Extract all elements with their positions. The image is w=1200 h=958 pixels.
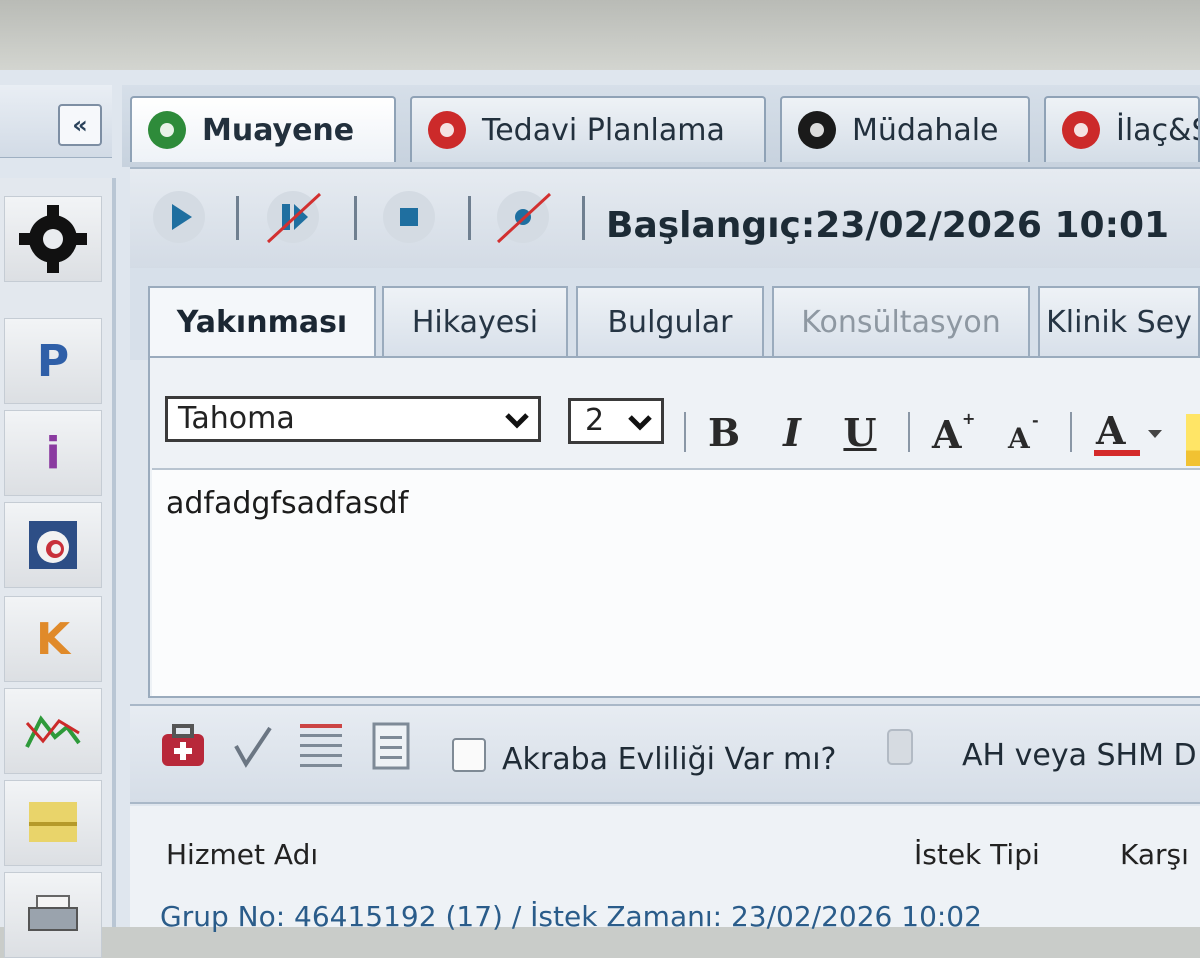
muayene-icon xyxy=(148,111,186,149)
stop-button[interactable] xyxy=(380,188,438,246)
decrease-font-button[interactable]: A - xyxy=(998,408,1046,456)
font-size-value: 2 xyxy=(585,403,605,438)
toolbar-separator xyxy=(684,412,686,452)
akraba-evliligi-checkbox[interactable] xyxy=(452,738,486,772)
editor-content-area[interactable]: adfadgfsadfasdf xyxy=(152,468,1200,696)
media-separator xyxy=(236,196,239,240)
gear-icon xyxy=(19,205,87,273)
column-header-karsi[interactable]: Karşı xyxy=(1120,838,1189,871)
tedavi-planlama-icon xyxy=(428,111,466,149)
sidebar-info-letter: i xyxy=(45,427,61,479)
svg-text:A: A xyxy=(1095,408,1126,453)
font-size-select[interactable]: 2 xyxy=(568,398,664,444)
svg-text:+: + xyxy=(962,409,975,428)
increase-font-button[interactable]: A + xyxy=(928,408,976,456)
subtab-bulgular[interactable]: Bulgular xyxy=(576,286,764,356)
svg-text:A: A xyxy=(931,412,962,456)
toolbar-separator xyxy=(908,412,910,452)
spellcheck-icon[interactable] xyxy=(228,720,278,772)
sidebar-k-letter: K xyxy=(35,613,71,665)
italic-icon: I xyxy=(783,409,801,455)
font-color-icon: A xyxy=(1094,408,1162,456)
highlight-color-icon[interactable] xyxy=(1186,414,1200,466)
sidebar-print-button[interactable] xyxy=(4,872,102,958)
e-document-icon xyxy=(29,521,77,569)
group-row[interactable]: Grup No: 46415192 (17) / İstek Zamanı: 2… xyxy=(160,900,982,933)
monitor-bezel xyxy=(0,0,1200,70)
sidebar-chart-button[interactable] xyxy=(4,688,102,774)
ah-veya-shm-label: AH veya SHM D xyxy=(962,738,1197,773)
chevron-down-icon xyxy=(505,413,529,429)
media-separator xyxy=(468,196,471,240)
collapse-sidebar-button[interactable]: « xyxy=(58,104,102,146)
mudahale-icon xyxy=(798,111,836,149)
tab-tedavi-planlama[interactable]: Tedavi Planlama xyxy=(410,96,766,162)
font-family-select[interactable]: Tahoma xyxy=(165,396,541,442)
media-separator xyxy=(354,196,357,240)
note-icon xyxy=(29,802,77,842)
font-family-value: Tahoma xyxy=(178,401,295,436)
font-decrease-icon: A - xyxy=(1007,411,1039,455)
subtab-hikayesi[interactable]: Hikayesi xyxy=(382,286,568,356)
toolbar-separator xyxy=(1070,412,1072,452)
bold-icon: B xyxy=(707,409,741,455)
italic-button[interactable]: I xyxy=(768,408,816,456)
tab-label: Tedavi Planlama xyxy=(482,112,725,148)
play-button[interactable] xyxy=(150,188,208,246)
underline-button[interactable]: U xyxy=(836,408,884,456)
chevron-down-icon xyxy=(628,415,652,431)
sidebar-p-letter: P xyxy=(36,335,70,387)
bold-button[interactable]: B xyxy=(700,408,748,456)
font-increase-icon: A + xyxy=(931,409,975,456)
media-separator xyxy=(582,196,585,240)
sidebar-note-button[interactable] xyxy=(4,780,102,866)
sidebar-e-document-button[interactable] xyxy=(4,502,102,588)
medical-bag-icon[interactable] xyxy=(158,720,208,772)
akraba-evliligi-label: Akraba Evliliği Var mı? xyxy=(502,742,837,777)
text-template-icon[interactable] xyxy=(296,720,346,772)
record-button-disabled[interactable] xyxy=(494,188,552,246)
tab-label: Müdahale xyxy=(852,112,999,148)
tab-muayene[interactable]: Muayene xyxy=(130,96,396,162)
tab-label: İlaç&S xyxy=(1116,112,1198,148)
start-label: Başlangıç: xyxy=(606,205,816,246)
column-header-hizmet-adi[interactable]: Hizmet Adı xyxy=(166,838,318,871)
tab-label: Muayene xyxy=(202,112,355,148)
svg-text:-: - xyxy=(1032,411,1039,430)
chart-line-icon xyxy=(25,715,81,748)
column-header-istek-tipi[interactable]: İstek Tipi xyxy=(914,838,1040,871)
start-value: 23/02/2026 10:01 xyxy=(815,205,1170,246)
eraser-icon[interactable] xyxy=(876,720,926,772)
tab-mudahale[interactable]: Müdahale xyxy=(780,96,1030,162)
subtab-klinik-seyir[interactable]: Klinik Sey xyxy=(1038,286,1200,356)
sidebar-k-button[interactable]: K xyxy=(4,596,102,682)
underline-icon: U xyxy=(843,409,877,455)
printer-icon xyxy=(28,895,78,931)
start-time-display: Başlangıç:23/02/2026 10:01 xyxy=(606,205,1169,246)
sidebar-gear-button[interactable] xyxy=(4,196,102,282)
pause-button-disabled[interactable] xyxy=(264,188,322,246)
sidebar-p-button[interactable]: P xyxy=(4,318,102,404)
sidebar-info-button[interactable]: i xyxy=(4,410,102,496)
tab-ilac[interactable]: İlaç&S xyxy=(1044,96,1200,162)
ilac-icon xyxy=(1062,111,1100,149)
font-color-button[interactable]: A xyxy=(1090,408,1166,456)
subtab-konsultasyon[interactable]: Konsültasyon xyxy=(772,286,1030,356)
document-icon[interactable] xyxy=(366,720,416,772)
svg-text:A: A xyxy=(1007,422,1031,455)
subtab-yakinmasi[interactable]: Yakınması xyxy=(148,286,376,356)
